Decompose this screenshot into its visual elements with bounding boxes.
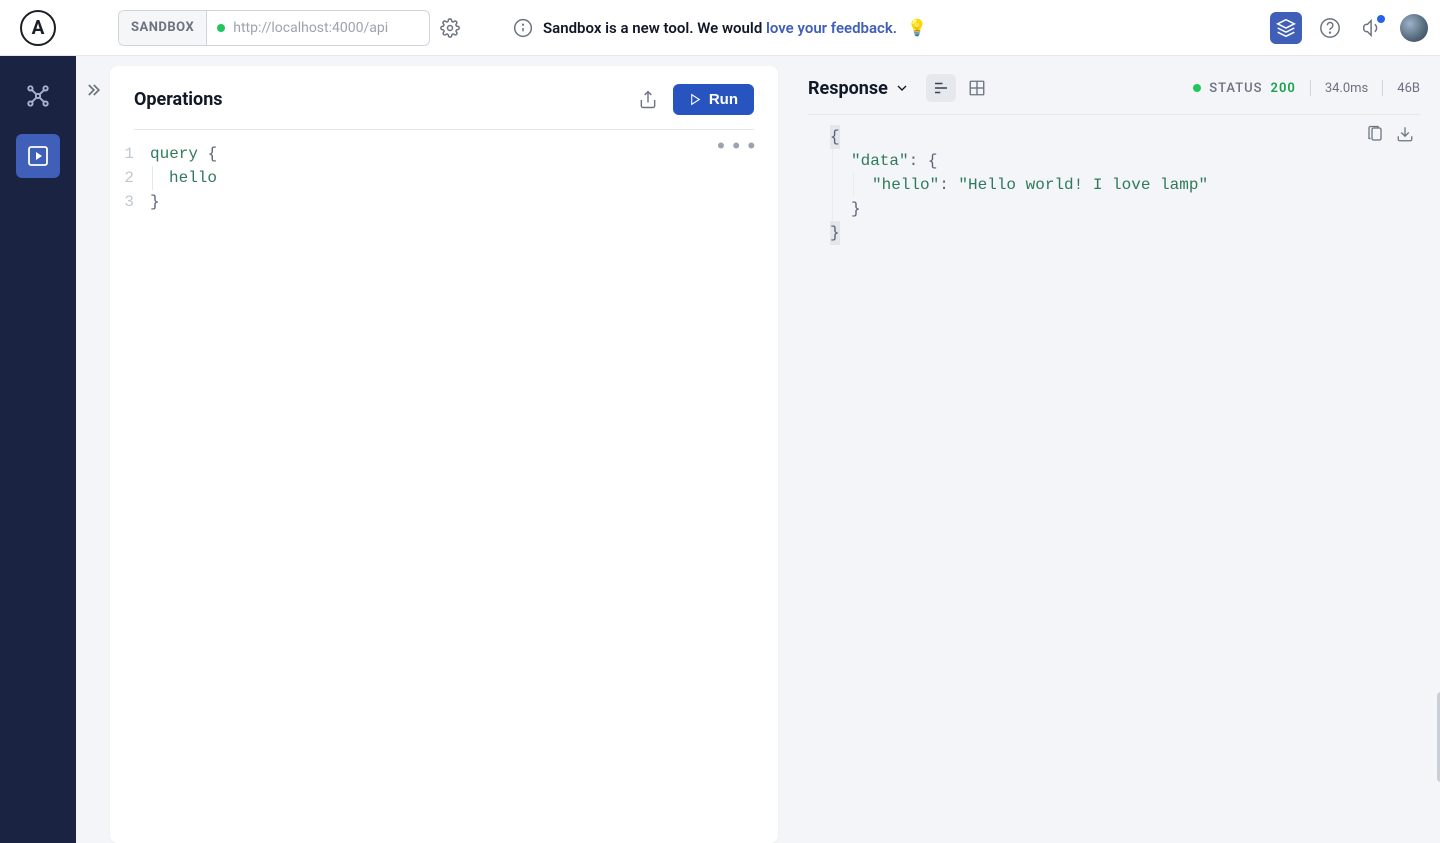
avatar[interactable] (1400, 14, 1428, 42)
endpoint-url: http://localhost:4000/api (233, 20, 388, 36)
topbar-right (1270, 12, 1428, 44)
operations-header: Operations Run (110, 66, 778, 129)
main: Operations Run ••• 1 que (0, 56, 1440, 843)
gutter: 3 (110, 190, 150, 214)
feedback-banner: Sandbox is a new tool. We would love you… (513, 18, 927, 38)
notification-dot-icon (1377, 15, 1385, 23)
logo-circle: A (20, 10, 56, 46)
logo[interactable]: A (0, 10, 76, 46)
schema-button[interactable] (1270, 12, 1302, 44)
settings-button[interactable] (436, 14, 464, 42)
status-code: 200 (1271, 81, 1296, 96)
endpoint-display[interactable]: http://localhost:4000/api (207, 20, 429, 36)
bulb-icon: 💡 (907, 18, 927, 37)
resp-line: { (830, 125, 1420, 149)
play-box-icon (26, 144, 50, 168)
response-view-toggle (926, 74, 992, 102)
status-label: STATUS 200 (1193, 81, 1296, 96)
share-icon (638, 90, 658, 110)
operations-title: Operations (134, 89, 623, 110)
response-title-dropdown[interactable]: Response (808, 78, 910, 99)
nav-explorer[interactable] (16, 134, 60, 178)
gutter: 1 (110, 142, 150, 166)
status-dot-icon (1193, 84, 1201, 92)
nav-schema[interactable] (16, 74, 60, 118)
code-more-button[interactable]: ••• (714, 136, 760, 160)
layers-icon (1276, 18, 1296, 38)
info-icon (513, 18, 533, 38)
gutter: 2 (110, 166, 150, 190)
code-line: 2 hello (110, 166, 754, 190)
list-icon (932, 79, 950, 97)
resp-line: } (830, 221, 1420, 245)
divider (1382, 80, 1383, 96)
view-json-button[interactable] (926, 74, 956, 102)
workspace: Operations Run ••• 1 que (76, 56, 1440, 843)
chevron-down-icon (894, 80, 910, 96)
response-tools (1366, 125, 1414, 151)
copy-button[interactable] (1366, 125, 1384, 151)
response-header: Response STATUS 200 (808, 74, 1420, 114)
view-table-button[interactable] (962, 74, 992, 102)
share-button[interactable] (635, 87, 661, 113)
run-button[interactable]: Run (673, 84, 754, 115)
code-editor[interactable]: ••• 1 query { 2 hello 3 } (110, 130, 778, 843)
status-dot-icon (217, 24, 225, 32)
play-icon (689, 93, 702, 106)
gear-icon (440, 18, 460, 38)
chevrons-right-icon (83, 80, 103, 100)
response-status: STATUS 200 34.0ms 46B (1193, 80, 1420, 96)
topbar: A SANDBOX http://localhost:4000/api Sand… (0, 0, 1440, 56)
feedback-link[interactable]: love your feedback. (766, 19, 897, 37)
response-size: 46B (1397, 81, 1420, 96)
sandbox-badge: SANDBOX (119, 11, 207, 45)
response-panel: Response STATUS 200 (798, 56, 1440, 843)
divider (1310, 80, 1311, 96)
resp-line: "hello": "Hello world! I love lamp" (853, 173, 1420, 197)
response-body[interactable]: { "data": { "hello": "Hello world! I lov… (808, 115, 1420, 245)
code-line: 1 query { (110, 142, 754, 166)
banner-text: Sandbox is a new tool. We would love you… (543, 19, 897, 37)
operations-panel: Operations Run ••• 1 que (110, 66, 778, 843)
download-icon (1396, 125, 1414, 143)
endpoint-group: SANDBOX http://localhost:4000/api (118, 10, 430, 46)
code-line: 3 } (110, 190, 754, 214)
download-button[interactable] (1396, 125, 1414, 151)
clipboard-icon (1366, 125, 1384, 143)
graph-icon (25, 83, 51, 109)
announcements-button[interactable] (1358, 14, 1386, 42)
expand-sidebar-button[interactable] (76, 56, 110, 843)
help-button[interactable] (1316, 14, 1344, 42)
logo-letter: A (32, 16, 45, 39)
help-icon (1319, 17, 1341, 39)
response-time: 34.0ms (1325, 81, 1368, 96)
side-nav (0, 56, 76, 843)
resp-line: "data": { "hello": "Hello world! I love … (832, 149, 1420, 221)
table-icon (968, 79, 986, 97)
